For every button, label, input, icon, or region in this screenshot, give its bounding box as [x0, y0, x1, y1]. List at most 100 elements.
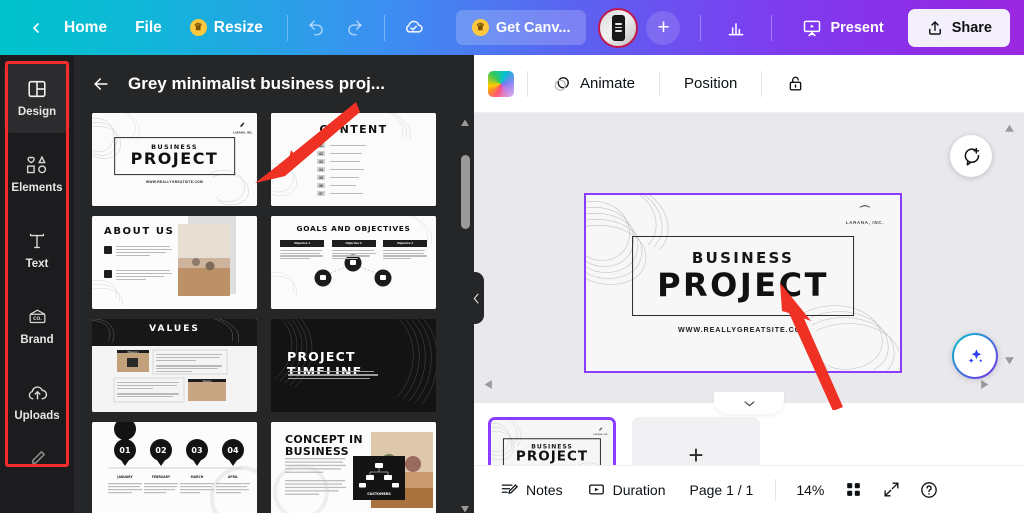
- invite-collaborator-button[interactable]: +: [646, 10, 681, 45]
- canvas-scroll-up-arrow[interactable]: [1004, 121, 1015, 139]
- template-thumbnail-values-slide[interactable]: Mission Vision VALUES: [92, 319, 257, 412]
- template-thumbnail-about-us-slide[interactable]: ABOUT US: [92, 216, 257, 309]
- svg-text:FEBRUARY: FEBRUARY: [152, 475, 171, 479]
- bullet-icon: [104, 246, 112, 254]
- template-thumbnail-milestones-slide[interactable]: 01 02 03 04 JANUARY FEBRUARY MARCH APRIL: [92, 422, 257, 513]
- rainbow-color-swatch[interactable]: [488, 70, 514, 97]
- sidebar-item-design[interactable]: Design: [4, 61, 70, 133]
- svg-text:Mission: Mission: [127, 350, 138, 354]
- template-thumbnail-goals-slide[interactable]: GOALS AND OBJECTIVES Objective 1 Objecti…: [271, 216, 436, 309]
- divider: [659, 70, 661, 97]
- grid-view-button[interactable]: [836, 473, 870, 507]
- object-toolbar: Animate Position: [474, 55, 1024, 113]
- notes-label: Notes: [526, 481, 563, 498]
- sidebar-item-label: Brand: [20, 333, 54, 346]
- canvas-scroll-right-arrow[interactable]: [979, 377, 990, 395]
- page-indicator-label: Page 1 / 1: [689, 481, 754, 498]
- divider: [527, 70, 528, 97]
- editor-area: Animate Position BUSINESS PROJECT WWW.RE…: [474, 55, 1024, 513]
- template-thumbnail-content-slide[interactable]: CONTENT 01 02 03 04 05 06 07: [271, 113, 436, 206]
- thumbnail-title: VALUES: [149, 324, 200, 334]
- add-comment-button[interactable]: [950, 135, 992, 177]
- panel-header: Grey minimalist business proj...: [74, 55, 474, 113]
- thumbnail-title: CONTENT: [319, 123, 388, 137]
- home-label: Home: [64, 18, 108, 36]
- animate-button[interactable]: Animate: [541, 67, 646, 101]
- list-index: 01: [317, 143, 325, 149]
- template-thumbnail-title-slide[interactable]: LARANA, INC. BUSINESS PROJECT WWW.REALLY…: [92, 113, 257, 206]
- get-canva-pro-button[interactable]: ♛ Get Canv...: [455, 10, 587, 45]
- svg-text:JANUARY: JANUARY: [116, 475, 133, 479]
- panel-collapse-button[interactable]: [468, 272, 484, 324]
- list-index: 05: [317, 174, 325, 181]
- cloud-check-icon[interactable]: [395, 9, 433, 47]
- back-button[interactable]: [22, 9, 50, 47]
- avatar-group: [598, 7, 639, 48]
- duration-button[interactable]: Duration: [577, 473, 676, 506]
- slide-title-box[interactable]: BUSINESS PROJECT: [632, 235, 854, 316]
- canvas-area[interactable]: BUSINESS PROJECT WWW.REALLYGREATSITE.COM…: [474, 113, 1024, 403]
- redo-button[interactable]: [336, 9, 374, 47]
- lock-button[interactable]: [775, 67, 816, 100]
- sidebar-item-elements[interactable]: Elements: [4, 137, 70, 209]
- duration-label: Duration: [612, 481, 666, 498]
- sidebar-item-draw[interactable]: [25, 447, 49, 471]
- share-label: Share: [951, 19, 992, 36]
- svg-text:LARANA, INC.: LARANA, INC.: [233, 131, 253, 135]
- thumbnail-title: ABOUT US: [104, 226, 175, 237]
- page-title: PROJECT: [515, 447, 589, 464]
- svg-text:01: 01: [119, 446, 131, 455]
- undo-button[interactable]: [298, 9, 336, 47]
- phone-thumbnail-icon: [611, 14, 625, 41]
- slide-canvas[interactable]: BUSINESS PROJECT WWW.REALLYGREATSITE.COM…: [586, 195, 900, 371]
- strip-collapse-handle[interactable]: [714, 392, 784, 414]
- scrollbar-thumb[interactable]: [460, 155, 470, 229]
- text-t-icon: [25, 229, 49, 253]
- logo-name: LARANA, INC.: [845, 220, 884, 225]
- panel-title: Grey minimalist business proj...: [128, 74, 385, 93]
- canvas-scroll-down-arrow[interactable]: [1004, 353, 1015, 371]
- home-menu-button[interactable]: Home: [50, 12, 121, 44]
- template-thumbnail-concept-slide[interactable]: CUSTOMERS CONCEPT IN BUSINESS: [271, 422, 436, 513]
- template-thumbnail-timeline-slide[interactable]: PROJECT TIMELINE: [271, 319, 436, 412]
- upload-cloud-icon: [25, 381, 49, 405]
- fullscreen-button[interactable]: [874, 473, 908, 507]
- sidebar-item-brand[interactable]: CO. Brand: [4, 289, 70, 361]
- crown-icon: ♛: [471, 19, 489, 36]
- selected-slide-frame[interactable]: BUSINESS PROJECT WWW.REALLYGREATSITE.COM…: [584, 193, 902, 373]
- scroll-down-arrow[interactable]: [460, 501, 470, 513]
- position-label: Position: [684, 75, 738, 92]
- bar-chart-icon[interactable]: [717, 9, 755, 47]
- bottom-status-bar: Notes Duration Page 1 / 1 14%: [474, 465, 1024, 513]
- position-button[interactable]: Position: [673, 68, 748, 99]
- file-menu-button[interactable]: File: [121, 12, 176, 44]
- thumbnail-title: CONCEPT IN BUSINESS: [285, 433, 363, 458]
- sidebar-item-label: Text: [25, 257, 49, 270]
- notes-button[interactable]: Notes: [490, 473, 573, 506]
- sidebar-item-uploads[interactable]: Uploads: [4, 365, 70, 437]
- brand-box-icon: CO.: [25, 305, 49, 329]
- zoom-level[interactable]: 14%: [788, 475, 832, 505]
- canvas-scroll-left-arrow[interactable]: [483, 377, 494, 395]
- logo-mark-icon: ⏜: [859, 206, 871, 218]
- page-indicator[interactable]: Page 1 / 1: [680, 475, 764, 505]
- layout-icon: [25, 77, 49, 101]
- avatar[interactable]: [598, 7, 639, 48]
- sidebar-item-label: Design: [17, 105, 57, 118]
- resize-button[interactable]: ♛ Resize: [176, 12, 277, 44]
- chip-label: Objective 3: [383, 240, 427, 247]
- magic-sparkle-button[interactable]: [952, 333, 998, 379]
- svg-text:CO.: CO.: [33, 316, 42, 322]
- templates-panel: Grey minimalist business proj... LARANA,…: [74, 55, 474, 513]
- get-canva-label: Get Canv...: [495, 19, 571, 36]
- help-button[interactable]: [912, 473, 946, 507]
- share-button[interactable]: Share: [907, 8, 1010, 47]
- sidebar-item-text[interactable]: Text: [4, 213, 70, 285]
- svg-text:APRIL: APRIL: [228, 475, 238, 479]
- panel-back-button[interactable]: [88, 71, 114, 97]
- scroll-up-arrow[interactable]: [460, 115, 470, 126]
- slide-logo: ⏜ LARANA, INC.: [845, 206, 884, 226]
- top-bar: Home File ♛ Resize ♛ Get Canv... + Prese…: [0, 0, 1024, 55]
- thumbnail-title: PROJECT: [130, 148, 219, 168]
- present-button[interactable]: Present: [788, 9, 897, 47]
